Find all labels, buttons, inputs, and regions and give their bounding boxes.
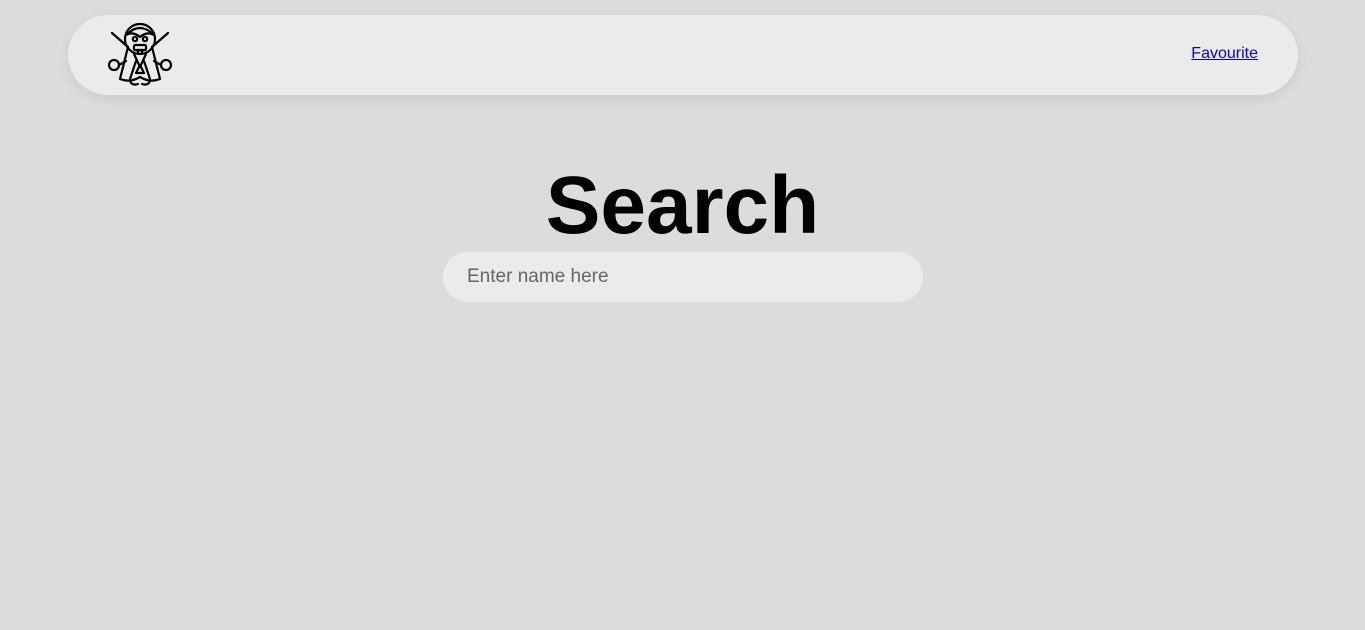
vampire-logo-icon[interactable] bbox=[108, 21, 172, 87]
search-input[interactable] bbox=[443, 252, 923, 302]
page-title: Search bbox=[545, 160, 820, 251]
favourite-link[interactable]: Favourite bbox=[1191, 45, 1258, 63]
navbar: Favourite bbox=[68, 15, 1298, 95]
